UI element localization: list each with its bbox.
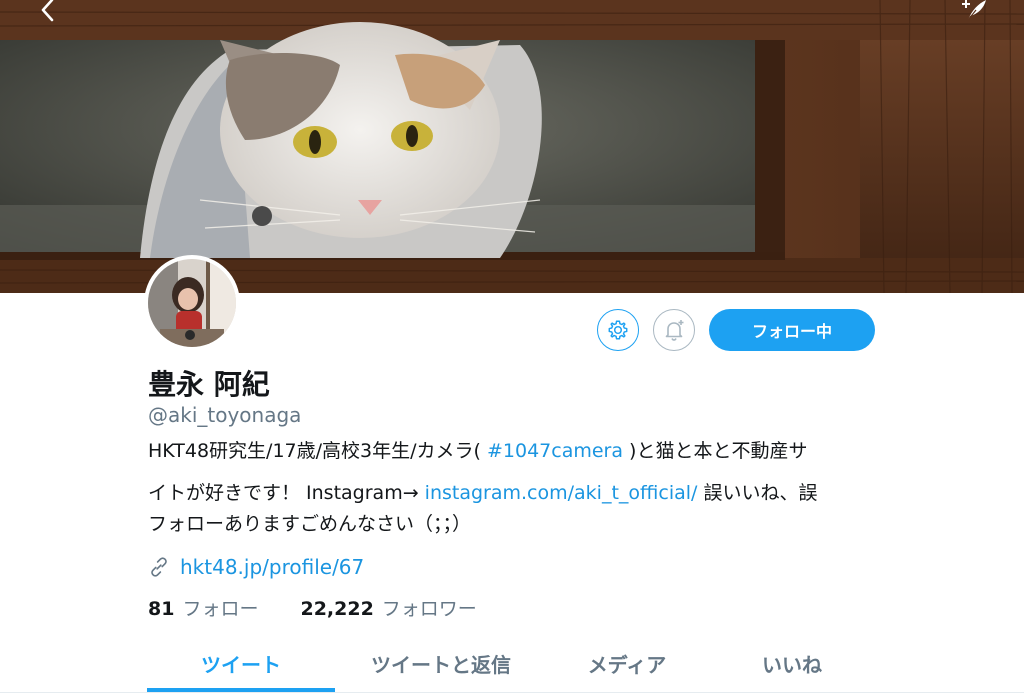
- hashtag-link[interactable]: #1047camera: [487, 440, 623, 462]
- username-handle: @aki_toyonaga: [148, 403, 302, 427]
- tab-likes[interactable]: いいね: [707, 634, 877, 692]
- feather-plus-icon: [962, 0, 986, 21]
- following-button[interactable]: フォロー中: [709, 309, 875, 351]
- compose-button[interactable]: [956, 0, 992, 26]
- bio-line-1: HKT48研究生/17歳/高校3年生/カメラ( #1047camera )と猫と…: [148, 436, 888, 467]
- gear-icon: [608, 320, 628, 340]
- website-row: hkt48.jp/profile/67: [148, 555, 364, 579]
- website-link[interactable]: hkt48.jp/profile/67: [180, 555, 364, 579]
- follow-stats: 81 フォロー 22,222 フォロワー: [148, 594, 477, 621]
- bio-line-2: イトが好きです！ Instagram→ instagram.com/aki_t_…: [148, 478, 888, 509]
- profile-bio: HKT48研究生/17歳/高校3年生/カメラ( #1047camera )と猫と…: [148, 436, 888, 540]
- instagram-link[interactable]: instagram.com/aki_t_official/: [425, 482, 698, 504]
- bio-text: イトが好きです！ Instagram→: [148, 482, 419, 504]
- bio-text: 誤いいね、誤: [703, 482, 818, 504]
- banner-image: [0, 0, 1024, 293]
- display-name: 豊永 阿紀: [148, 368, 270, 401]
- tabs-divider: [0, 692, 1024, 693]
- tab-media[interactable]: メディア: [547, 634, 707, 692]
- following-label: フォロー: [182, 598, 259, 620]
- profile-tabs: ツイート ツイートと返信 メディア いいね: [147, 634, 877, 692]
- followers-stat[interactable]: 22,222 フォロワー: [300, 594, 476, 621]
- profile-banner: [0, 0, 1024, 293]
- bio-text: HKT48研究生/17歳/高校3年生/カメラ(: [148, 440, 481, 462]
- chevron-left-icon: [41, 0, 54, 22]
- bio-text: )と猫と本と不動産サ: [629, 440, 808, 462]
- back-button[interactable]: [32, 0, 64, 28]
- following-count: 81: [148, 598, 175, 620]
- avatar[interactable]: [144, 255, 240, 351]
- following-stat[interactable]: 81 フォロー: [148, 594, 258, 621]
- notifications-button[interactable]: [653, 309, 695, 351]
- bio-line-3: フォローありますごめんなさい（；；）: [148, 509, 888, 540]
- avatar-image: [148, 259, 236, 347]
- tab-tweets-and-replies[interactable]: ツイートと返信: [335, 634, 547, 692]
- tab-tweets[interactable]: ツイート: [147, 634, 335, 692]
- followers-label: フォロワー: [381, 598, 477, 620]
- bio-text: フォローありますごめんなさい（；；）: [148, 513, 472, 535]
- link-icon: [151, 557, 167, 577]
- settings-button[interactable]: [597, 309, 639, 351]
- bell-plus-icon: [665, 320, 684, 341]
- followers-count: 22,222: [300, 598, 374, 620]
